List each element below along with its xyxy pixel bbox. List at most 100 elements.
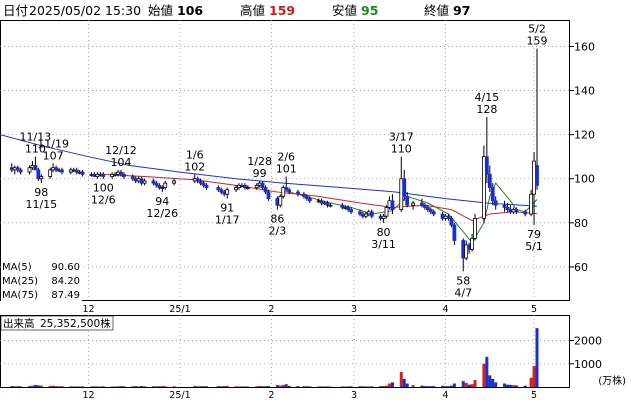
volume-bar (267, 386, 270, 387)
volume-bar (172, 386, 176, 387)
candle-body (92, 173, 97, 177)
volume-bar (390, 382, 394, 387)
volume-bar (379, 386, 383, 387)
volume-bar (137, 386, 141, 387)
volume-bar (491, 378, 495, 387)
volume-bar (10, 386, 14, 387)
volume-bar (317, 386, 321, 387)
candle-body (110, 173, 115, 177)
volume-bar (28, 386, 32, 387)
candle-body (263, 187, 268, 193)
volume-bar (511, 385, 515, 387)
candle-body (80, 171, 85, 175)
candle-body (322, 202, 327, 205)
candle-body (98, 173, 103, 176)
volume-bar (19, 386, 23, 387)
price-tick-label: 100 (574, 173, 595, 186)
volume-tick-label: 1000 (574, 358, 602, 371)
candle-body (523, 211, 528, 215)
volume-bar (113, 386, 117, 388)
candle-body (440, 213, 445, 219)
volume-bar (367, 386, 371, 387)
volume-bar (503, 383, 507, 387)
price-annotation-label: 3/11 (371, 238, 396, 251)
candle-body (192, 178, 197, 182)
ma5-value: 90.60 (51, 262, 80, 273)
volume-bar (278, 385, 282, 387)
volume-bar (308, 386, 312, 387)
month-tick-label: 12 (82, 304, 94, 315)
volume-bar (240, 386, 244, 387)
volume-bar (154, 386, 158, 387)
candle-body (198, 180, 203, 184)
volume-bar (60, 386, 64, 387)
volume-unit: (万株) (598, 374, 626, 387)
candle-body (54, 167, 58, 171)
candle-body (18, 169, 23, 173)
candle-body (57, 169, 61, 172)
candle-body (532, 160, 536, 195)
volume-bar (452, 383, 456, 387)
candle-body (535, 165, 539, 186)
volume-bar (122, 386, 126, 387)
volume-bar (523, 385, 527, 387)
price-annotation-label: 99 (253, 167, 267, 180)
candle-body (307, 198, 312, 202)
candle-body (225, 189, 230, 195)
month-tick-label-bottom: 12 (82, 390, 94, 400)
low-value: 95 (361, 3, 378, 18)
volume-bar (361, 386, 365, 387)
candle-body (328, 204, 333, 207)
volume-bar (411, 385, 415, 387)
candle-body (467, 244, 472, 250)
candle-body (89, 173, 94, 176)
candle-body (343, 207, 348, 209)
volume-bar (296, 386, 300, 387)
volume-bar (243, 386, 247, 387)
candle-body (130, 176, 135, 180)
candle-body (27, 167, 32, 173)
volume-bar (449, 385, 453, 387)
candle-body (484, 156, 489, 175)
candle-body (381, 215, 386, 219)
candle-body (122, 173, 126, 177)
candle-body (302, 193, 306, 197)
volume-bar (54, 386, 58, 387)
volume-bars (10, 328, 539, 388)
candle-body (36, 169, 41, 180)
volume-bar (340, 386, 344, 387)
price-tick-label: 60 (574, 261, 588, 274)
volume-bar (246, 386, 250, 388)
candle-body (245, 187, 250, 189)
volume-bar (39, 385, 43, 387)
volume-bar (89, 386, 93, 387)
volume-bar (98, 386, 102, 388)
volume-bar (157, 386, 161, 387)
candle-body (216, 187, 221, 191)
candle-body (340, 204, 345, 208)
candle-body (449, 218, 454, 226)
volume-bar (225, 385, 229, 387)
volume-bar (261, 386, 265, 387)
candle-body (446, 215, 451, 219)
candle-body (101, 173, 106, 177)
candle-body (411, 202, 415, 206)
month-tick-label-bottom: 5 (531, 390, 537, 400)
candle-body (240, 184, 244, 187)
candle-body (405, 195, 410, 206)
volume-bar (101, 386, 105, 387)
open-value: 106 (177, 3, 203, 18)
datetime-value: 2025/05/02 15:30 (29, 3, 141, 18)
candle-body (275, 198, 280, 206)
volume-bar (143, 386, 147, 387)
candle-body (287, 189, 292, 193)
volume-bar (461, 381, 465, 387)
volume-bar (110, 386, 114, 387)
stock-chart: 日付 2025/05/02 15:30 始値 106 高値 159 安値 95 … (0, 3, 626, 400)
volume-bar (535, 328, 539, 387)
candle-body (490, 187, 495, 202)
candle-body (71, 169, 76, 172)
volume-bar (258, 385, 262, 387)
volume-bar (72, 386, 76, 387)
candle-body (48, 169, 53, 177)
